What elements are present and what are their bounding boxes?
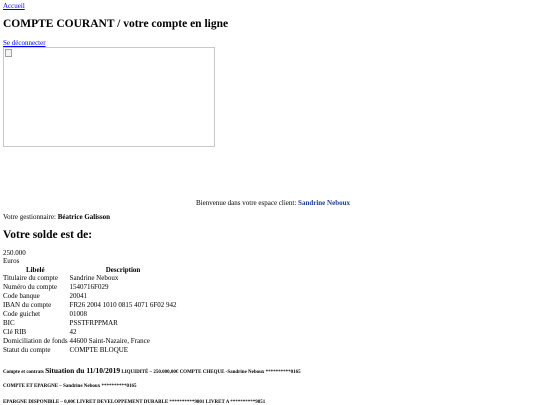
table-row: Code banque 20041 — [2, 292, 178, 301]
balance-currency: Euros — [3, 257, 20, 265]
page-title: COMPTE COURANT / votre compte en ligne — [3, 18, 229, 30]
balance-heading: Votre solde est de: — [3, 229, 93, 241]
table-row: BIC PSSTFRPPMAR — [2, 319, 178, 328]
column-header-description: Description — [105, 265, 141, 274]
table-header-row: Libelé Description — [2, 265, 178, 274]
row-value: 44600 Saint-Nazaire, France — [69, 337, 150, 345]
welcome-prefix: Bienvenue dans votre espace client: — [196, 199, 297, 207]
situation-line: Compte et contrats Situation du 11/10/20… — [3, 366, 301, 375]
situation-date: Situation du 11/10/2019 — [45, 366, 121, 375]
row-value: FR26 2004 1010 0815 4071 6F02 942 — [69, 301, 177, 309]
table-row: IBAN du compte FR26 2004 1010 0815 4071 … — [2, 301, 178, 310]
home-link[interactable]: Accueil — [3, 2, 25, 10]
row-label: Clé RIB — [3, 328, 27, 336]
row-label: IBAN du compte — [3, 301, 52, 309]
row-value: 1540716F029 — [69, 283, 109, 291]
advisor-line: Votre gestionnaire: Béatrice Galisson — [3, 213, 110, 221]
row-label: BIC — [3, 319, 15, 327]
advisor-name: Béatrice Galisson — [57, 213, 111, 221]
client-name: Sandrine Neboux — [298, 199, 350, 207]
row-label: Numéro du compte — [3, 283, 58, 291]
balance-amount: 250.000 — [3, 249, 26, 257]
row-value: 20041 — [69, 292, 88, 300]
row-label: Domiciliation de fonds — [3, 337, 68, 345]
table-row: Code guichet 01008 — [2, 310, 178, 319]
row-value: Sandrine Neboux — [69, 274, 119, 282]
row-value: PSSTFRPPMAR — [69, 319, 118, 327]
column-header-label: Libelé — [25, 265, 45, 274]
row-value: 42 — [69, 328, 77, 336]
logout-link[interactable]: Se déconnecter — [3, 39, 46, 47]
banner-image — [3, 47, 215, 147]
table-row: Clé RIB 42 — [2, 328, 178, 337]
account-table: Libelé Description Titulaire du compte S… — [2, 265, 178, 355]
table-row: Domiciliation de fonds 44600 Saint-Nazai… — [2, 337, 178, 346]
advisor-label: Votre gestionnaire: — [3, 213, 56, 221]
welcome-message: Bienvenue dans votre espace client: Sand… — [196, 199, 350, 207]
table-row: Numéro du compte 1540716F029 — [2, 283, 178, 292]
savings-account-line: COMPTE ET EPARGNE – Sandrine Neboux ****… — [3, 384, 137, 389]
available-savings-line: EPARGNE DISPONIBLE – 0,00€ LIVRET DEVELO… — [3, 400, 266, 405]
table-row: Titulaire du compte Sandrine Neboux — [2, 274, 178, 283]
broken-image-icon — [5, 49, 12, 57]
row-label: Statut du compte — [3, 346, 51, 354]
row-value: 01008 — [69, 310, 88, 318]
row-label: Code guichet — [3, 310, 41, 318]
row-label: Titulaire du compte — [3, 274, 58, 282]
table-row: Statut du compte COMPTE BLOQUE — [2, 346, 178, 355]
situation-details: LIQUIDITÉ – 250.000,00€ COMPTE CHEQUE -S… — [121, 370, 301, 375]
situation-prefix: Compte et contrats — [3, 370, 44, 375]
row-label: Code banque — [3, 292, 40, 300]
row-value: COMPTE BLOQUE — [69, 346, 129, 354]
